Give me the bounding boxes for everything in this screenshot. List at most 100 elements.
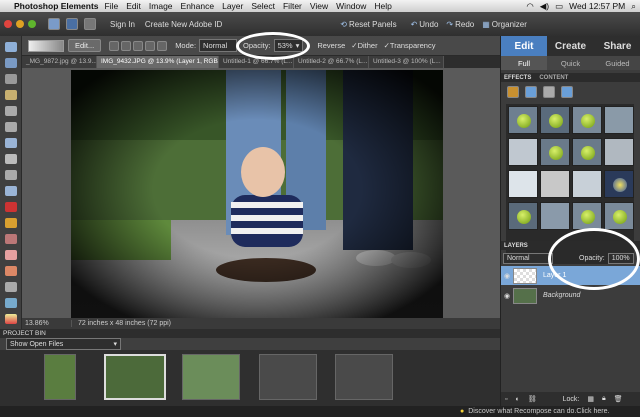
menu-layer[interactable]: Layer [222, 1, 243, 11]
new-layer-icon[interactable]: ▫ [505, 396, 507, 403]
battery-icon[interactable]: ▭ [555, 1, 563, 12]
lasso-tool-icon[interactable] [5, 122, 17, 132]
lock-transparency-icon[interactable]: ▦ [587, 395, 594, 403]
layer-row-background[interactable]: ◉ Background [501, 286, 640, 305]
lock-all-icon[interactable]: 🔒︎ [602, 395, 606, 403]
bin-thumbnail-5[interactable] [335, 354, 393, 400]
wifi-icon[interactable]: ◠ [526, 1, 533, 12]
show-files-select[interactable]: Show Open Files ▾ [6, 338, 121, 350]
spotlight-icon[interactable]: ⌕ [631, 1, 636, 12]
tab-full[interactable]: Full [501, 56, 547, 70]
effect-thumbnail-2[interactable] [540, 106, 570, 134]
menu-image[interactable]: Image [149, 1, 173, 11]
angle-gradient-icon[interactable] [133, 40, 144, 51]
tab-document-5[interactable]: Untitled-3 @ 100% (L... [369, 56, 444, 68]
menu-file[interactable]: File [105, 1, 119, 11]
tab-create[interactable]: Create [547, 36, 594, 56]
red-eye-tool-icon[interactable] [5, 202, 17, 212]
reverse-checkbox[interactable]: Reverse [317, 41, 345, 50]
new-file-icon[interactable] [48, 18, 60, 30]
layer-styles-category-icon[interactable] [525, 86, 537, 98]
recompose-tool-icon[interactable] [5, 186, 17, 196]
tip-text[interactable]: Discover what Recompose can do.Click her… [468, 408, 609, 415]
minimize-window-button[interactable] [16, 20, 24, 28]
effect-thumbnail-8[interactable] [604, 138, 634, 166]
mode-select[interactable]: Normal [199, 39, 238, 52]
effect-thumbnail-4[interactable] [604, 106, 634, 134]
hand-tool-icon[interactable] [5, 74, 17, 84]
effect-thumbnail-11[interactable] [572, 170, 602, 198]
reflected-gradient-icon[interactable] [145, 40, 156, 51]
effects-tab[interactable]: EFFECTS [504, 75, 531, 81]
transparency-checkbox[interactable]: ✓Transparency [384, 41, 436, 50]
effect-thumbnail-5[interactable] [508, 138, 538, 166]
bin-thumbnail-2[interactable] [104, 354, 166, 400]
gradient-swatch[interactable] [28, 39, 64, 52]
sign-in-link[interactable]: Sign In [110, 20, 135, 29]
diamond-gradient-icon[interactable] [157, 40, 168, 51]
save-icon[interactable] [66, 18, 78, 30]
quick-selection-tool-icon[interactable] [5, 138, 17, 148]
tab-document-2[interactable]: IMG_9432.JPG @ 13.9% (Layer 1, RGB/8) * [97, 56, 219, 68]
close-window-button[interactable] [4, 20, 12, 28]
zoom-window-button[interactable] [28, 20, 36, 28]
effect-thumbnail-6[interactable] [540, 138, 570, 166]
gradient-tool-icon[interactable] [5, 314, 17, 324]
menubar-clock[interactable]: Wed 12:57 PM [569, 1, 625, 11]
smart-brush-tool-icon[interactable] [5, 282, 17, 292]
effect-thumbnail-16[interactable] [604, 202, 634, 230]
crop-tool-icon[interactable] [5, 170, 17, 180]
organizer-button[interactable]: ▦ Organizer [482, 20, 527, 29]
tab-share[interactable]: Share [594, 36, 640, 56]
eyedropper-tool-icon[interactable] [5, 90, 17, 100]
tab-document-4[interactable]: Untitled-2 @ 66.7% (L... [294, 56, 369, 68]
visibility-eye-icon[interactable]: ◉ [501, 292, 513, 300]
reset-panels-button[interactable]: ⟲ Reset Panels [340, 20, 396, 29]
show-all-category-icon[interactable] [561, 86, 573, 98]
effect-thumbnail-7[interactable] [572, 138, 602, 166]
app-name[interactable]: Photoshop Elements [14, 1, 99, 11]
bin-thumbnail-1[interactable] [44, 354, 76, 400]
menu-select[interactable]: Select [251, 1, 275, 11]
effect-thumbnail-14[interactable] [540, 202, 570, 230]
radial-gradient-icon[interactable] [121, 40, 132, 51]
zoom-readout[interactable]: 13.86% [22, 320, 72, 327]
effect-thumbnail-9[interactable] [508, 170, 538, 198]
menu-help[interactable]: Help [374, 1, 391, 11]
photo-effects-category-icon[interactable] [543, 86, 555, 98]
filters-category-icon[interactable] [507, 86, 519, 98]
dither-checkbox[interactable]: ✓Dither [351, 41, 377, 50]
brush-tool-icon[interactable] [5, 266, 17, 276]
effect-thumbnail-13[interactable] [508, 202, 538, 230]
visibility-eye-icon[interactable]: ◉ [501, 272, 513, 280]
project-bin-title[interactable]: PROJECT BIN [3, 330, 46, 337]
menu-window[interactable]: Window [336, 1, 366, 11]
bin-thumbnail-4[interactable] [259, 354, 317, 400]
effect-thumbnail-3[interactable] [572, 106, 602, 134]
linear-gradient-icon[interactable] [109, 40, 120, 51]
create-id-link[interactable]: Create New Adobe ID [145, 20, 222, 29]
document-image[interactable] [71, 70, 443, 318]
type-tool-icon[interactable] [5, 154, 17, 164]
adjustment-layer-icon[interactable]: ◐ [515, 396, 519, 403]
healing-brush-tool-icon[interactable] [5, 218, 17, 228]
print-icon[interactable] [84, 18, 96, 30]
bin-thumbnail-3[interactable] [182, 354, 240, 400]
menu-filter[interactable]: Filter [283, 1, 302, 11]
marquee-tool-icon[interactable] [5, 106, 17, 116]
eraser-tool-icon[interactable] [5, 250, 17, 260]
volume-icon[interactable]: ◀) [540, 1, 549, 12]
tab-quick[interactable]: Quick [547, 56, 594, 70]
zoom-tool-icon[interactable] [5, 58, 17, 68]
menu-edit[interactable]: Edit [126, 1, 141, 11]
effect-thumbnail-15[interactable] [572, 202, 602, 230]
clone-stamp-tool-icon[interactable] [5, 234, 17, 244]
content-tab[interactable]: CONTENT [539, 75, 568, 81]
delete-layer-icon[interactable]: 🗑︎ [614, 395, 623, 403]
tab-edit[interactable]: Edit [501, 36, 547, 56]
tab-document-1[interactable]: _MG_9872.jpg @ 13.9... [22, 56, 97, 68]
menu-view[interactable]: View [310, 1, 328, 11]
move-tool-icon[interactable] [5, 42, 17, 52]
blend-mode-select[interactable]: Normal [503, 252, 553, 264]
menu-enhance[interactable]: Enhance [181, 1, 215, 11]
